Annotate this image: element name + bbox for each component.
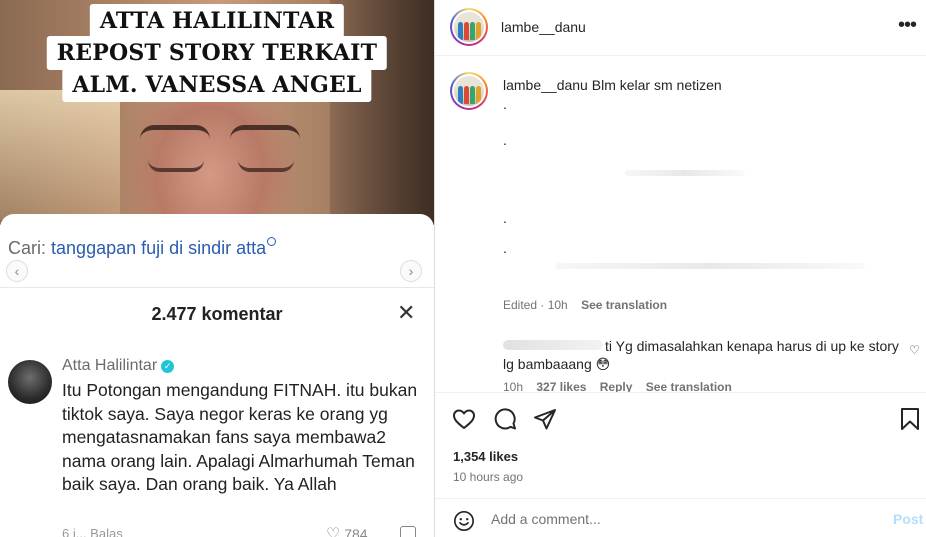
emoji-icon[interactable] — [453, 510, 475, 532]
action-bar: 1,354 likes 10 hours ago Post — [435, 392, 926, 537]
media-caption-line: ATTA HALILINTAR — [89, 4, 345, 38]
see-translation-link[interactable]: See translation — [581, 298, 667, 312]
verified-icon: ✓ — [161, 360, 175, 373]
search-prefix: Cari: — [8, 238, 47, 258]
caption-dot: . — [503, 210, 507, 226]
reply-icon — [400, 526, 416, 537]
comment-text: Itu Potongan mengandung FITNAH. itu buka… — [62, 380, 418, 494]
caption-dot: . — [503, 132, 507, 148]
heart-icon[interactable] — [452, 407, 476, 431]
post-header: lambe__danu ••• — [435, 0, 926, 56]
avatar-image — [454, 76, 484, 106]
next-slide-button[interactable]: › — [400, 260, 422, 282]
caption-avatar[interactable] — [450, 72, 488, 110]
add-comment-input[interactable] — [491, 507, 871, 531]
post-media[interactable]: ATTA HALILINTAR REPOST STORY TERKAIT ALM… — [0, 0, 434, 537]
caption-dot: . — [503, 240, 507, 256]
light-glow — [0, 90, 120, 220]
share-icon[interactable] — [533, 407, 557, 431]
caption-meta: Edited · 10h See translation — [503, 298, 667, 312]
avatar — [8, 360, 52, 404]
bookmark-icon[interactable] — [899, 407, 921, 431]
eye-left — [148, 160, 204, 172]
prev-slide-button[interactable]: ‹ — [6, 260, 28, 282]
post-side-panel: lambe__danu ••• lambe__danu Blm kelar sm… — [434, 0, 926, 537]
like-count[interactable]: 1,354 likes — [453, 449, 518, 464]
faded-text — [625, 170, 745, 176]
comment-icon[interactable] — [493, 407, 517, 431]
eye-right — [238, 160, 294, 172]
media-caption-line: REPOST STORY TERKAIT — [46, 36, 388, 70]
screen: ATTA HALILINTAR REPOST STORY TERKAIT ALM… — [0, 0, 926, 537]
comment-like: ♡ 784 — [326, 524, 368, 537]
search-term: tanggapan fuji di sindir atta — [51, 238, 267, 258]
post-comment-button[interactable]: Post — [893, 511, 923, 527]
comment-author: Atta Halilintar ✓ — [62, 357, 175, 375]
comment-like-count: 784 — [344, 526, 368, 537]
add-comment-row: Post — [435, 498, 926, 537]
media-caption-line: ALM. VANESSA ANGEL — [62, 68, 372, 102]
post-time: 10 hours ago — [453, 470, 524, 484]
close-icon: ✕ — [397, 300, 416, 325]
more-options-icon[interactable]: ••• — [898, 14, 917, 37]
caption-username[interactable]: lambe__danu — [503, 77, 588, 93]
comment-like-icon[interactable]: ♡ — [909, 343, 920, 357]
profile-avatar[interactable] — [450, 8, 488, 46]
search-icon — [267, 237, 277, 246]
tiktok-comment-sheet: Cari: tanggapan fuji di sindir atta ‹ › … — [0, 214, 434, 537]
hair-shadow — [330, 0, 434, 225]
caption-edited-time: Edited · 10h — [503, 298, 568, 312]
comment-author-name: Atta Halilintar — [62, 357, 158, 374]
comment-meta: 6 j... Balas — [62, 526, 123, 537]
faded-text — [555, 263, 865, 269]
divider — [0, 287, 434, 288]
search-suggestion: Cari: tanggapan fuji di sindir atta — [8, 237, 277, 259]
comment-count: 2.477 komentar — [151, 304, 283, 324]
comment-text: ti Yg dimasalahkan kenapa harus di up ke… — [503, 337, 903, 373]
heart-icon: ♡ — [326, 526, 341, 537]
brow-left — [140, 125, 210, 139]
caption-text: Blm kelar sm netizen — [591, 77, 722, 93]
caption-dot: . — [503, 96, 507, 112]
caption: lambe__danu Blm kelar sm netizen — [503, 77, 722, 93]
comment-body: ti Yg dimasalahkan kenapa harus di up ke… — [503, 338, 899, 372]
avatar-image — [454, 12, 484, 42]
brow-right — [230, 125, 300, 139]
post-username[interactable]: lambe__danu — [501, 19, 586, 35]
